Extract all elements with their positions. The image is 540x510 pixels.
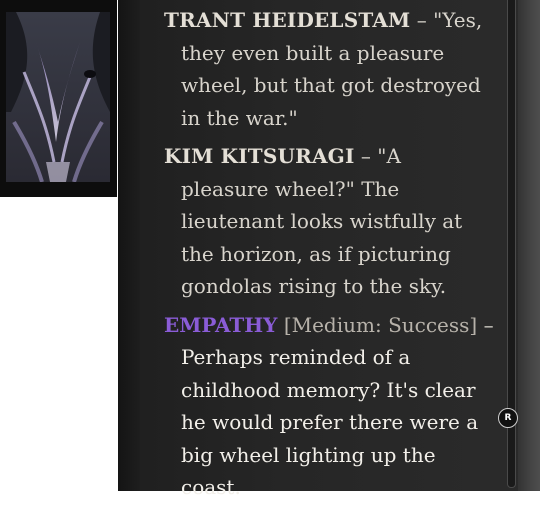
panel-edge <box>118 0 140 491</box>
dialogue-log[interactable]: TRANT HEIDELSTAM – "Yes, they even built… <box>164 4 494 510</box>
separator: – <box>410 8 434 32</box>
r-key-icon[interactable]: R <box>498 408 518 428</box>
dialogue-text: Perhaps reminded of a childhood memory? … <box>181 345 479 499</box>
speaker-name: KIM KITSURAGI <box>164 144 355 168</box>
dialogue-entry: KIM KITSURAGI – "A pleasure wheel?" The … <box>164 140 494 303</box>
character-portrait-icon <box>6 12 110 182</box>
speaker-name: TRANT HEIDELSTAM <box>164 8 411 32</box>
portrait-frame <box>0 0 117 197</box>
dialogue-entry: TRANT HEIDELSTAM – "Yes, they even built… <box>164 4 494 134</box>
separator: – <box>354 144 378 168</box>
skill-name: EMPATHY <box>164 312 278 337</box>
panel-right-decoration <box>518 0 540 491</box>
skill-check-result: [Medium: Success] <box>283 312 478 337</box>
separator: – <box>477 312 494 337</box>
dialogue-entry: EMPATHY [Medium: Success] – Perhaps remi… <box>164 309 494 504</box>
